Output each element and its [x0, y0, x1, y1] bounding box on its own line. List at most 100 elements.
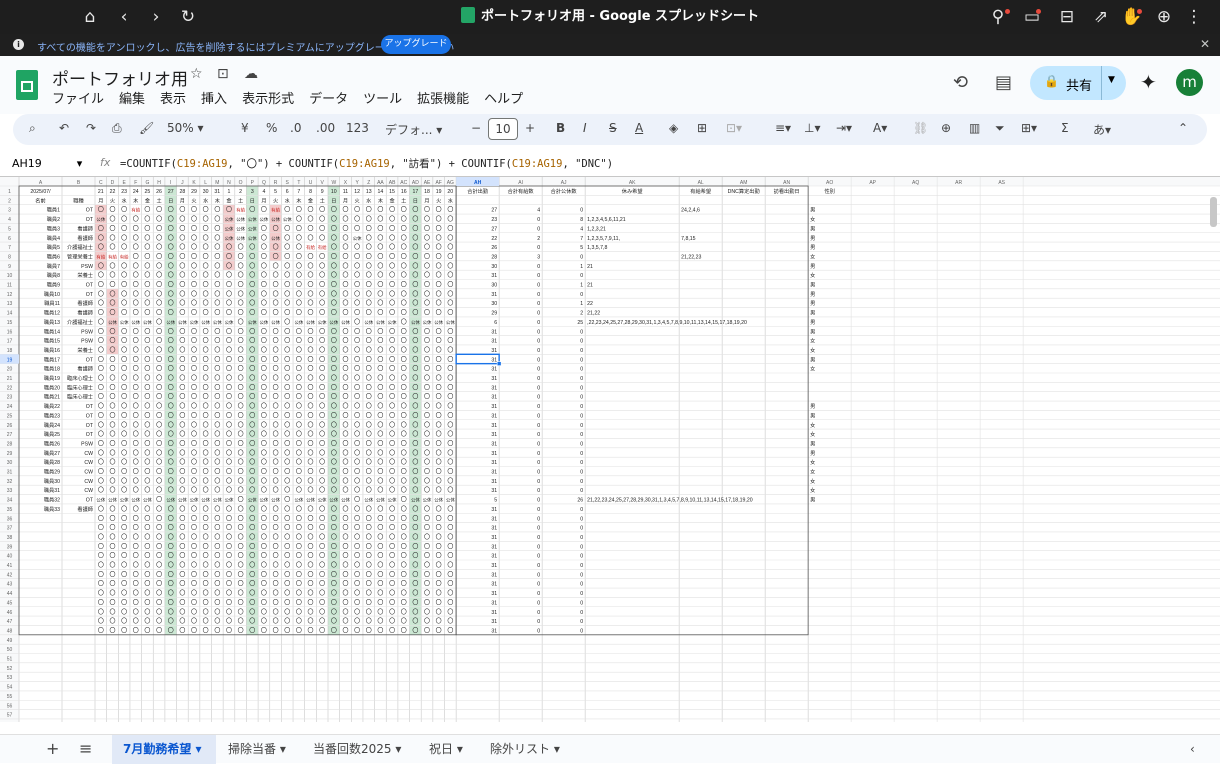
table-views-icon[interactable]: ⊞▾: [1021, 121, 1037, 135]
column-header-AD[interactable]: AD: [412, 180, 419, 186]
row-header-33[interactable]: 33: [7, 488, 13, 494]
row-header-7[interactable]: 7: [8, 245, 11, 251]
column-header-O[interactable]: O: [239, 180, 243, 186]
search-menus-icon[interactable]: ⌕: [29, 121, 36, 136]
row-header-51[interactable]: 51: [7, 657, 13, 663]
column-header-D[interactable]: D: [111, 180, 115, 186]
column-header-AP[interactable]: AP: [869, 180, 876, 186]
row-header-36[interactable]: 36: [7, 516, 13, 522]
column-header-AN[interactable]: AN: [783, 180, 790, 186]
decrease-decimal[interactable]: .0: [290, 121, 301, 135]
font-size-increase[interactable]: +: [525, 121, 535, 135]
column-header-AL[interactable]: AL: [698, 180, 704, 186]
column-header-U[interactable]: U: [309, 180, 313, 186]
menu-help[interactable]: ヘルプ: [484, 92, 523, 107]
row-header-40[interactable]: 40: [7, 554, 13, 560]
formula-input[interactable]: =COUNTIF(C19:AG19, "〇") + COUNTIF(C19:AG…: [120, 156, 613, 171]
row-header-14[interactable]: 14: [7, 311, 13, 317]
fill-handle[interactable]: [496, 361, 502, 366]
name-box[interactable]: AH19 ▾: [12, 157, 82, 170]
row-header-53[interactable]: 53: [7, 675, 13, 681]
row-header-46[interactable]: 46: [7, 610, 13, 616]
row-header-22[interactable]: 22: [7, 385, 13, 391]
chevron-down-icon[interactable]: ▼: [1108, 75, 1115, 85]
column-header-N[interactable]: N: [227, 180, 231, 186]
merge-cells-icon[interactable]: ⊡▾: [726, 121, 742, 135]
insert-chart-icon[interactable]: ▥: [969, 121, 980, 135]
column-header-G[interactable]: G: [145, 180, 149, 186]
row-header-10[interactable]: 10: [7, 273, 13, 279]
row-header-39[interactable]: 39: [7, 544, 13, 550]
row-header-57[interactable]: 57: [7, 713, 13, 719]
row-header-20[interactable]: 20: [7, 367, 13, 373]
redo-icon[interactable]: ↷: [86, 121, 96, 135]
zoom-select[interactable]: 50% ▾: [167, 121, 204, 135]
column-header-AK[interactable]: AK: [629, 180, 636, 186]
column-header-T[interactable]: T: [297, 180, 300, 186]
move-folder-icon[interactable]: ⊡: [217, 66, 229, 82]
row-header-37[interactable]: 37: [7, 526, 13, 532]
tab-除外リスト[interactable]: 除外リスト ▾: [490, 735, 560, 764]
sheets-home-logo[interactable]: [16, 70, 38, 100]
share-button[interactable]: 🔒 共有 ▼: [1030, 66, 1126, 100]
menu-format[interactable]: 表示形式: [242, 92, 294, 107]
row-header-16[interactable]: 16: [7, 329, 13, 335]
text-rotation-icon[interactable]: A▾: [873, 121, 887, 135]
row-header-41[interactable]: 41: [7, 563, 13, 569]
column-header-M[interactable]: M: [215, 180, 219, 186]
row-header-55[interactable]: 55: [7, 694, 13, 700]
menu-insert[interactable]: 挿入: [201, 92, 227, 107]
row-header-38[interactable]: 38: [7, 535, 13, 541]
insert-comment-icon[interactable]: ⊕: [941, 121, 951, 135]
row-header-21[interactable]: 21: [7, 376, 13, 382]
tab-祝日[interactable]: 祝日 ▾: [429, 735, 463, 764]
split-view-icon[interactable]: ⊟: [1055, 5, 1079, 29]
row-header-1[interactable]: 1: [8, 189, 11, 195]
history-icon[interactable]: ⟲: [953, 72, 968, 93]
column-header-AG[interactable]: AG: [447, 180, 454, 186]
row-header-47[interactable]: 47: [7, 619, 13, 625]
row-header-25[interactable]: 25: [7, 413, 13, 419]
row-header-9[interactable]: 9: [8, 264, 11, 270]
row-header-50[interactable]: 50: [7, 647, 13, 653]
borders-icon[interactable]: ⊞: [697, 121, 707, 135]
percent-format[interactable]: %: [266, 121, 277, 135]
row-header-30[interactable]: 30: [7, 460, 13, 466]
menu-extensions[interactable]: 拡張機能: [417, 92, 469, 107]
vertical-scrollbar[interactable]: [1210, 197, 1217, 227]
insert-link-icon[interactable]: ⛓: [913, 121, 928, 135]
column-header-C[interactable]: C: [99, 180, 103, 186]
upgrade-button[interactable]: アップグレード: [381, 35, 451, 54]
menu-view[interactable]: 表示: [160, 92, 186, 107]
cell-grid[interactable]: A B C D E F G H I J K L M N O P Q R S T U V W X Y Z AA AB AC AD AE AF AG…: [0, 177, 1220, 722]
row-header-26[interactable]: 26: [7, 423, 13, 429]
new-tab-icon[interactable]: ▭: [1020, 5, 1044, 29]
row-header-56[interactable]: 56: [7, 703, 13, 709]
menu-data[interactable]: データ: [309, 92, 348, 107]
column-header-AM[interactable]: AM: [740, 180, 748, 186]
row-header-48[interactable]: 48: [7, 628, 13, 634]
row-header-8[interactable]: 8: [8, 254, 11, 260]
font-size-decrease[interactable]: −: [471, 121, 481, 135]
row-header-19[interactable]: 19: [7, 357, 13, 363]
more-menu-icon[interactable]: ⋮: [1182, 5, 1206, 29]
increase-decimal[interactable]: .00: [316, 121, 335, 135]
row-header-18[interactable]: 18: [7, 348, 13, 354]
column-header-F[interactable]: F: [134, 180, 137, 186]
share-page-icon[interactable]: ⇗: [1089, 5, 1113, 29]
menu-edit[interactable]: 編集: [119, 92, 145, 107]
row-header-15[interactable]: 15: [7, 320, 13, 326]
font-select[interactable]: デフォ... ▾: [385, 121, 442, 138]
row-header-31[interactable]: 31: [7, 470, 13, 476]
column-header-AA[interactable]: AA: [377, 180, 384, 186]
italic-icon[interactable]: I: [583, 121, 587, 135]
column-header-AO[interactable]: AO: [826, 180, 833, 186]
row-header-6[interactable]: 6: [8, 236, 11, 242]
currency-format[interactable]: ¥: [241, 121, 249, 135]
row-header-2[interactable]: 2: [8, 198, 11, 204]
column-header-AB[interactable]: AB: [389, 180, 396, 186]
paint-format-icon[interactable]: 🖌: [139, 121, 154, 135]
horizontal-align-icon[interactable]: ≡▾: [775, 121, 791, 135]
column-header-AC[interactable]: AC: [400, 180, 407, 186]
column-header-L[interactable]: L: [204, 180, 207, 186]
